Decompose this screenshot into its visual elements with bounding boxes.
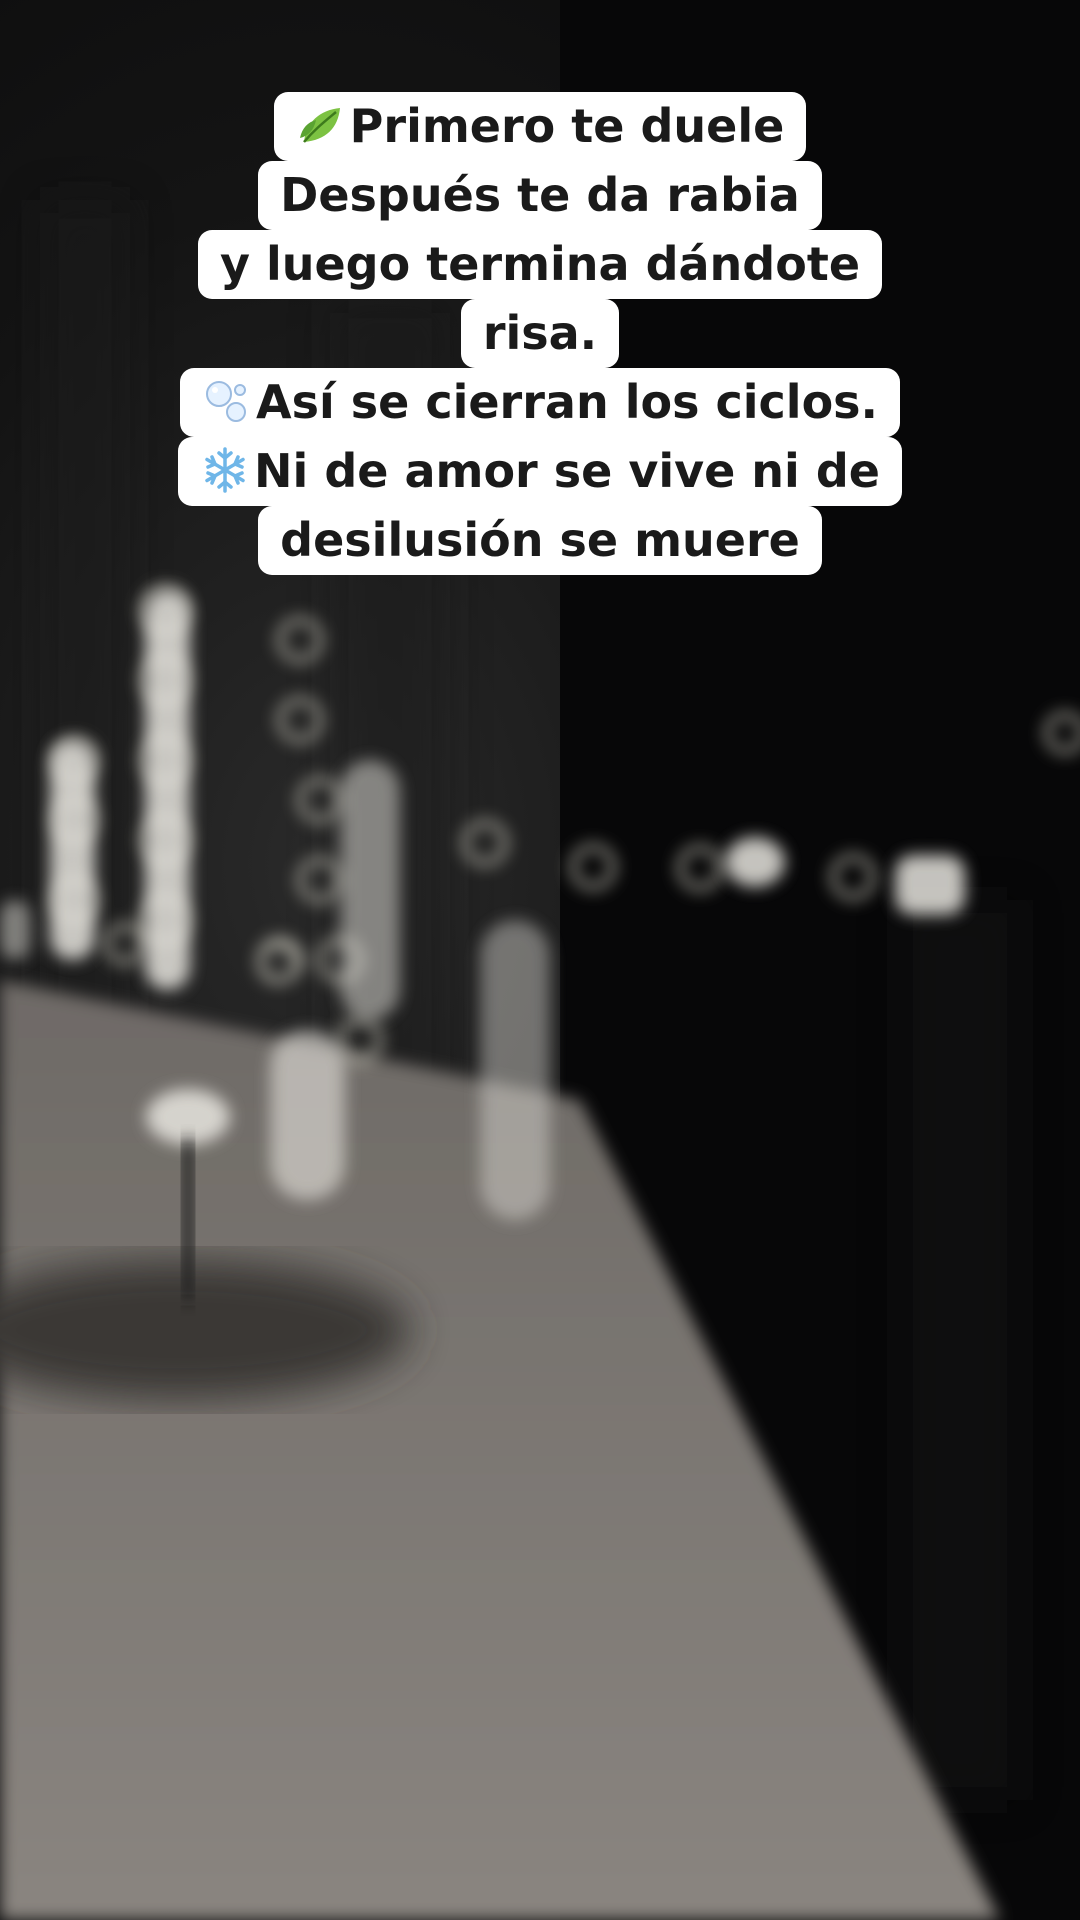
caption-line-1: Primero te duele <box>273 92 807 161</box>
caption-line-4: risa. <box>460 299 620 368</box>
snowflake-icon <box>205 447 245 493</box>
caption-text-6: Ni de amor se vive ni de <box>254 444 880 498</box>
caption-text-4: risa. <box>482 306 598 360</box>
caption-overlay: Primero te duele Después te da rabia y l… <box>0 92 1080 575</box>
caption-text-7: desilusión se muere <box>280 513 800 567</box>
caption-line-2: Después te da rabia <box>258 161 822 230</box>
caption-text-3: y luego termina dándote <box>219 237 861 291</box>
caption-line-3: y luego termina dándote <box>197 230 883 299</box>
leaf-icon <box>299 108 340 143</box>
caption-text-5: Así se cierran los ciclos. <box>255 375 879 429</box>
caption-text-1: Primero te duele <box>349 99 785 153</box>
caption-line-6: Ni de amor se vive ni de <box>178 437 902 506</box>
caption-text-2: Después te da rabia <box>280 168 800 222</box>
caption-line-5: Así se cierran los ciclos. <box>179 368 901 437</box>
bubbles-icon <box>205 381 246 422</box>
video-frame[interactable]: Primero te duele Después te da rabia y l… <box>0 0 1080 1920</box>
caption-line-7: desilusión se muere <box>258 506 822 575</box>
